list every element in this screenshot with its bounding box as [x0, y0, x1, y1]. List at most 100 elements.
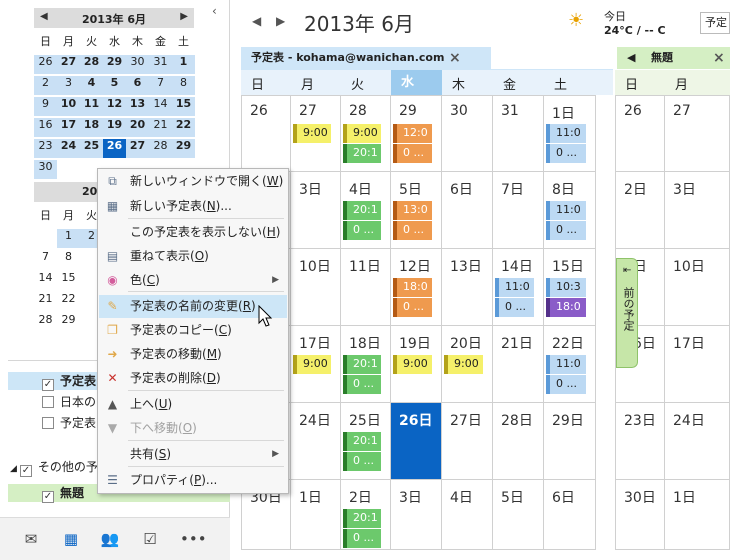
mini-day[interactable]: 14 [149, 97, 172, 116]
menu-item-delete[interactable]: ✕ 予定表の削除(D) [99, 367, 287, 390]
checkbox[interactable] [42, 417, 54, 429]
day-cell[interactable]: 23日 [615, 403, 665, 480]
day-cell[interactable]: 30日 [615, 480, 665, 550]
mini-day[interactable]: 1 [57, 229, 80, 248]
day-cell[interactable]: 26 [615, 95, 665, 172]
mini-day[interactable]: 17 [57, 118, 80, 137]
day-cell[interactable]: 10日 [665, 249, 730, 326]
collapse-pane-icon[interactable]: ‹ [212, 4, 217, 18]
mini-day[interactable]: 12 [103, 97, 126, 116]
folder-item-other[interactable]: 予定表 [42, 414, 96, 434]
mini-day[interactable]: 28 [34, 313, 57, 326]
mini-day[interactable]: 27 [57, 55, 80, 74]
mini-day[interactable]: 21 [34, 292, 57, 305]
mini-day[interactable]: 11 [80, 97, 103, 116]
day-cell[interactable]: 31 [493, 95, 544, 172]
appointment[interactable]: 0 ... [343, 375, 381, 394]
prev-month-icon[interactable]: ◀ [252, 14, 261, 28]
day-cell[interactable]: 21日 [493, 326, 544, 403]
menu-item-share[interactable]: 共有(S) ▶ [99, 443, 287, 466]
day-cell[interactable]: 3日 [391, 480, 442, 550]
day-cell[interactable]: 2日 [615, 172, 665, 249]
day-cell[interactable]: 13日 [442, 249, 493, 326]
day-cell[interactable]: 27日 [442, 403, 493, 480]
appointment[interactable]: 9:00 [293, 355, 331, 374]
search-box[interactable]: 予定 [700, 12, 730, 34]
day-cell[interactable]: 24日 [291, 403, 341, 480]
appointment[interactable]: 18:0 [546, 298, 586, 317]
menu-item-properties[interactable]: ☰ プロパティ(P)... [99, 469, 287, 492]
calendar-tab[interactable]: 予定表 - kohama@wanichan.com × [241, 47, 491, 69]
mini-day[interactable]: 7 [149, 76, 172, 95]
mini-day[interactable]: 13 [126, 97, 149, 116]
mini-day[interactable]: 29 [57, 313, 80, 326]
day-cell[interactable]: 29日 [544, 403, 596, 480]
mini-day[interactable]: 8 [172, 76, 195, 95]
day-cell[interactable]: 28日 [493, 403, 544, 480]
mini-day[interactable]: 14 [34, 271, 57, 284]
day-cell[interactable]: 26 [241, 95, 291, 172]
menu-item-hide-calendar[interactable]: この予定表を表示しない(H) [99, 221, 287, 244]
more-icon[interactable]: ••• [180, 530, 207, 548]
appointment[interactable]: 11:0 [546, 201, 586, 220]
day-cell[interactable]: 1日 [665, 480, 730, 550]
tasks-icon[interactable]: ☑ [139, 530, 161, 548]
expand-icon[interactable]: ◢ [10, 464, 17, 474]
mini-day[interactable]: 10 [57, 97, 80, 116]
menu-item-new-window[interactable]: ⧉ 新しいウィンドウで開く(W) [99, 170, 287, 193]
calendar-icon[interactable]: ▦ [60, 530, 82, 548]
overlay-arrow-icon[interactable]: ◀ [627, 47, 635, 69]
checkbox[interactable] [42, 396, 54, 408]
day-cell[interactable]: 7日 [493, 172, 544, 249]
appointment[interactable]: 20:1 [343, 144, 381, 163]
day-cell[interactable]: 4日 [442, 480, 493, 550]
appointment[interactable]: 0 ... [343, 452, 381, 471]
mini-next-month-icon[interactable]: ▶ [180, 11, 188, 22]
appointment[interactable]: 20:1 [343, 201, 381, 220]
day-cell[interactable]: 24日 [665, 403, 730, 480]
mini-day[interactable]: 7 [34, 250, 57, 263]
appointment[interactable]: 9:00 [343, 124, 381, 143]
mini-day[interactable]: 4 [80, 76, 103, 95]
checkbox[interactable]: ✓ [42, 491, 54, 503]
mini-day[interactable]: 27 [126, 139, 149, 158]
appointment[interactable]: 11:0 [546, 124, 586, 143]
close-tab-icon[interactable]: × [449, 47, 461, 69]
people-icon[interactable]: 👥 [99, 530, 121, 548]
close-untitled-tab-icon[interactable]: × [713, 47, 725, 69]
mini-day[interactable]: 26 [34, 55, 57, 74]
previous-appointment-button[interactable]: ⇤ 前の予定 [616, 258, 638, 368]
checkbox[interactable]: ✓ [19, 465, 32, 477]
mini-day[interactable]: 15 [172, 97, 195, 116]
day-cell[interactable]: 3日 [665, 172, 730, 249]
mini-day[interactable]: 29 [172, 139, 195, 158]
menu-item-move[interactable]: ➜ 予定表の移動(M) [99, 343, 287, 366]
untitled-calendar-tab[interactable]: ◀ 無題 × [617, 47, 730, 69]
appointment[interactable]: 12:0 [393, 124, 432, 143]
mini-day[interactable]: 19 [103, 118, 126, 137]
appointment[interactable]: 0 ... [495, 298, 534, 317]
appointment[interactable]: 9:00 [293, 124, 331, 143]
mini-day[interactable]: 26 [103, 139, 126, 158]
menu-item-overlay[interactable]: ▤ 重ねて表示(O) [99, 245, 287, 268]
mini-day[interactable]: 21 [149, 118, 172, 137]
appointment[interactable]: 20:1 [343, 355, 381, 374]
menu-item-new-calendar[interactable]: ▦ 新しい予定表(N)... [99, 195, 287, 218]
mini-day[interactable]: 2 [34, 76, 57, 95]
day-cell[interactable]: 30 [442, 95, 493, 172]
appointment[interactable]: 10:3 [546, 278, 586, 297]
appointment[interactable]: 0 ... [546, 144, 586, 163]
appointment[interactable]: 9:00 [444, 355, 483, 374]
day-cell[interactable]: 17日 [665, 326, 730, 403]
mini-day[interactable]: 22 [57, 292, 80, 305]
day-cell[interactable]: 6日 [544, 480, 596, 550]
appointment[interactable]: 0 ... [343, 529, 381, 548]
mini-day[interactable]: 16 [34, 118, 57, 137]
mini-day[interactable]: 30 [34, 160, 57, 179]
day-cell[interactable]: 5日 [493, 480, 544, 550]
day-cell[interactable]: 11日 [341, 249, 391, 326]
appointment[interactable]: 11:0 [495, 278, 534, 297]
mini-day[interactable]: 5 [103, 76, 126, 95]
mini-day[interactable]: 22 [172, 118, 195, 137]
day-cell[interactable]: 10日 [291, 249, 341, 326]
